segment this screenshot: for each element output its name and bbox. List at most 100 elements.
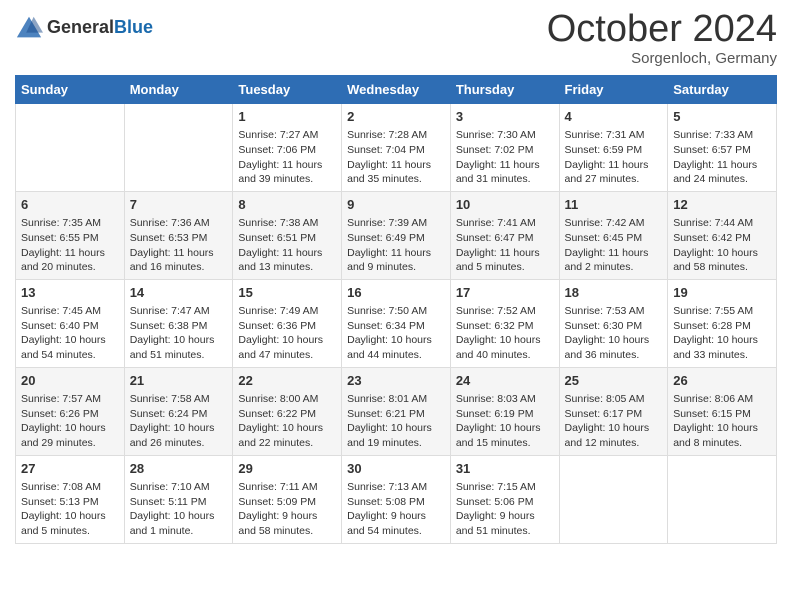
day-number: 10 [456, 196, 554, 214]
day-number: 11 [565, 196, 663, 214]
day-number: 23 [347, 372, 445, 390]
day-cell [559, 455, 668, 543]
day-number: 30 [347, 460, 445, 478]
day-number: 13 [21, 284, 119, 302]
day-detail: Sunrise: 7:45 AM Sunset: 6:40 PM Dayligh… [21, 304, 119, 363]
day-detail: Sunrise: 7:39 AM Sunset: 6:49 PM Dayligh… [347, 216, 445, 275]
day-detail: Sunrise: 7:41 AM Sunset: 6:47 PM Dayligh… [456, 216, 554, 275]
day-cell: 6 Sunrise: 7:35 AM Sunset: 6:55 PM Daylig… [16, 191, 125, 279]
day-cell: 12 Sunrise: 7:44 AM Sunset: 6:42 PM Dayli… [668, 191, 777, 279]
day-detail: Sunrise: 7:50 AM Sunset: 6:34 PM Dayligh… [347, 304, 445, 363]
col-sunday: Sunday [16, 76, 125, 104]
day-cell: 7 Sunrise: 7:36 AM Sunset: 6:53 PM Daylig… [124, 191, 233, 279]
day-number: 16 [347, 284, 445, 302]
day-detail: Sunrise: 7:35 AM Sunset: 6:55 PM Dayligh… [21, 216, 119, 275]
week-row-1: 1Sunrise: 7:27 AM Sunset: 7:06 PM Daylig… [16, 104, 777, 192]
day-number: 25 [565, 372, 663, 390]
day-detail: Sunrise: 7:31 AM Sunset: 6:59 PM Dayligh… [565, 128, 663, 187]
day-detail: Sunrise: 7:52 AM Sunset: 6:32 PM Dayligh… [456, 304, 554, 363]
day-cell: 11Sunrise: 7:42 AM Sunset: 6:45 PM Dayli… [559, 191, 668, 279]
day-detail: Sunrise: 7:10 AM Sunset: 5:11 PM Dayligh… [130, 480, 228, 539]
logo: GeneralBlue [15, 14, 153, 42]
day-detail: Sunrise: 8:00 AM Sunset: 6:22 PM Dayligh… [238, 392, 336, 451]
day-number: 1 [238, 108, 336, 126]
day-detail: Sunrise: 7:58 AM Sunset: 6:24 PM Dayligh… [130, 392, 228, 451]
day-number: 29 [238, 460, 336, 478]
day-cell: 20 Sunrise: 7:57 AM Sunset: 6:26 PM Dayli… [16, 367, 125, 455]
header-row: Sunday Monday Tuesday Wednesday Thursday… [16, 76, 777, 104]
day-detail: Sunrise: 7:36 AM Sunset: 6:53 PM Dayligh… [130, 216, 228, 275]
day-detail: Sunrise: 7:44 AM Sunset: 6:42 PM Dayligh… [673, 216, 771, 275]
day-detail: Sunrise: 7:11 AM Sunset: 5:09 PM Dayligh… [238, 480, 336, 539]
day-detail: Sunrise: 7:53 AM Sunset: 6:30 PM Dayligh… [565, 304, 663, 363]
day-number: 19 [673, 284, 771, 302]
logo-text: GeneralBlue [47, 17, 153, 39]
col-monday: Monday [124, 76, 233, 104]
day-detail: Sunrise: 7:47 AM Sunset: 6:38 PM Dayligh… [130, 304, 228, 363]
day-cell: 24Sunrise: 8:03 AM Sunset: 6:19 PM Dayli… [450, 367, 559, 455]
day-number: 20 [21, 372, 119, 390]
day-cell: 27 Sunrise: 7:08 AM Sunset: 5:13 PM Dayli… [16, 455, 125, 543]
day-number: 9 [347, 196, 445, 214]
calendar-table: Sunday Monday Tuesday Wednesday Thursday… [15, 75, 777, 544]
day-cell: 25 Sunrise: 8:05 AM Sunset: 6:17 PM Dayli… [559, 367, 668, 455]
day-cell: 29 Sunrise: 7:11 AM Sunset: 5:09 PM Dayli… [233, 455, 342, 543]
week-row-4: 20 Sunrise: 7:57 AM Sunset: 6:26 PM Dayli… [16, 367, 777, 455]
day-cell: 1Sunrise: 7:27 AM Sunset: 7:06 PM Daylig… [233, 104, 342, 192]
day-detail: Sunrise: 7:38 AM Sunset: 6:51 PM Dayligh… [238, 216, 336, 275]
day-cell: 19 Sunrise: 7:55 AM Sunset: 6:28 PM Dayli… [668, 279, 777, 367]
day-number: 26 [673, 372, 771, 390]
day-number: 18 [565, 284, 663, 302]
day-number: 8 [238, 196, 336, 214]
day-number: 6 [21, 196, 119, 214]
day-number: 3 [456, 108, 554, 126]
day-cell [124, 104, 233, 192]
day-cell: 22 Sunrise: 8:00 AM Sunset: 6:22 PM Dayli… [233, 367, 342, 455]
day-detail: Sunrise: 7:49 AM Sunset: 6:36 PM Dayligh… [238, 304, 336, 363]
day-detail: Sunrise: 7:13 AM Sunset: 5:08 PM Dayligh… [347, 480, 445, 539]
day-cell: 14 Sunrise: 7:47 AM Sunset: 6:38 PM Dayli… [124, 279, 233, 367]
day-number: 17 [456, 284, 554, 302]
day-detail: Sunrise: 8:05 AM Sunset: 6:17 PM Dayligh… [565, 392, 663, 451]
day-cell [16, 104, 125, 192]
week-row-5: 27 Sunrise: 7:08 AM Sunset: 5:13 PM Dayli… [16, 455, 777, 543]
month-title: October 2024 [547, 10, 777, 48]
day-cell: 3 Sunrise: 7:30 AM Sunset: 7:02 PM Daylig… [450, 104, 559, 192]
day-detail: Sunrise: 8:01 AM Sunset: 6:21 PM Dayligh… [347, 392, 445, 451]
day-number: 5 [673, 108, 771, 126]
day-cell: 2Sunrise: 7:28 AM Sunset: 7:04 PM Daylig… [342, 104, 451, 192]
day-cell: 10 Sunrise: 7:41 AM Sunset: 6:47 PM Dayli… [450, 191, 559, 279]
day-detail: Sunrise: 7:55 AM Sunset: 6:28 PM Dayligh… [673, 304, 771, 363]
day-number: 12 [673, 196, 771, 214]
day-number: 14 [130, 284, 228, 302]
day-cell: 5 Sunrise: 7:33 AM Sunset: 6:57 PM Daylig… [668, 104, 777, 192]
col-thursday: Thursday [450, 76, 559, 104]
day-cell: 30 Sunrise: 7:13 AM Sunset: 5:08 PM Dayli… [342, 455, 451, 543]
logo-general-text: GeneralBlue [47, 17, 153, 39]
day-cell: 31Sunrise: 7:15 AM Sunset: 5:06 PM Dayli… [450, 455, 559, 543]
day-number: 28 [130, 460, 228, 478]
day-detail: Sunrise: 7:08 AM Sunset: 5:13 PM Dayligh… [21, 480, 119, 539]
main-container: GeneralBlue October 2024 Sorgenloch, Ger… [0, 0, 792, 559]
col-wednesday: Wednesday [342, 76, 451, 104]
day-number: 27 [21, 460, 119, 478]
day-cell: 16 Sunrise: 7:50 AM Sunset: 6:34 PM Dayli… [342, 279, 451, 367]
day-number: 4 [565, 108, 663, 126]
day-cell: 21Sunrise: 7:58 AM Sunset: 6:24 PM Dayli… [124, 367, 233, 455]
day-cell: 18 Sunrise: 7:53 AM Sunset: 6:30 PM Dayli… [559, 279, 668, 367]
day-cell: 13 Sunrise: 7:45 AM Sunset: 6:40 PM Dayli… [16, 279, 125, 367]
day-detail: Sunrise: 7:28 AM Sunset: 7:04 PM Dayligh… [347, 128, 445, 187]
day-detail: Sunrise: 7:30 AM Sunset: 7:02 PM Dayligh… [456, 128, 554, 187]
day-detail: Sunrise: 8:03 AM Sunset: 6:19 PM Dayligh… [456, 392, 554, 451]
day-number: 7 [130, 196, 228, 214]
day-cell: 23 Sunrise: 8:01 AM Sunset: 6:21 PM Dayli… [342, 367, 451, 455]
week-row-2: 6 Sunrise: 7:35 AM Sunset: 6:55 PM Daylig… [16, 191, 777, 279]
day-detail: Sunrise: 8:06 AM Sunset: 6:15 PM Dayligh… [673, 392, 771, 451]
day-number: 22 [238, 372, 336, 390]
day-cell: 26 Sunrise: 8:06 AM Sunset: 6:15 PM Dayli… [668, 367, 777, 455]
day-detail: Sunrise: 7:57 AM Sunset: 6:26 PM Dayligh… [21, 392, 119, 451]
day-cell [668, 455, 777, 543]
day-cell: 9 Sunrise: 7:39 AM Sunset: 6:49 PM Daylig… [342, 191, 451, 279]
day-detail: Sunrise: 7:33 AM Sunset: 6:57 PM Dayligh… [673, 128, 771, 187]
day-cell: 4 Sunrise: 7:31 AM Sunset: 6:59 PM Daylig… [559, 104, 668, 192]
